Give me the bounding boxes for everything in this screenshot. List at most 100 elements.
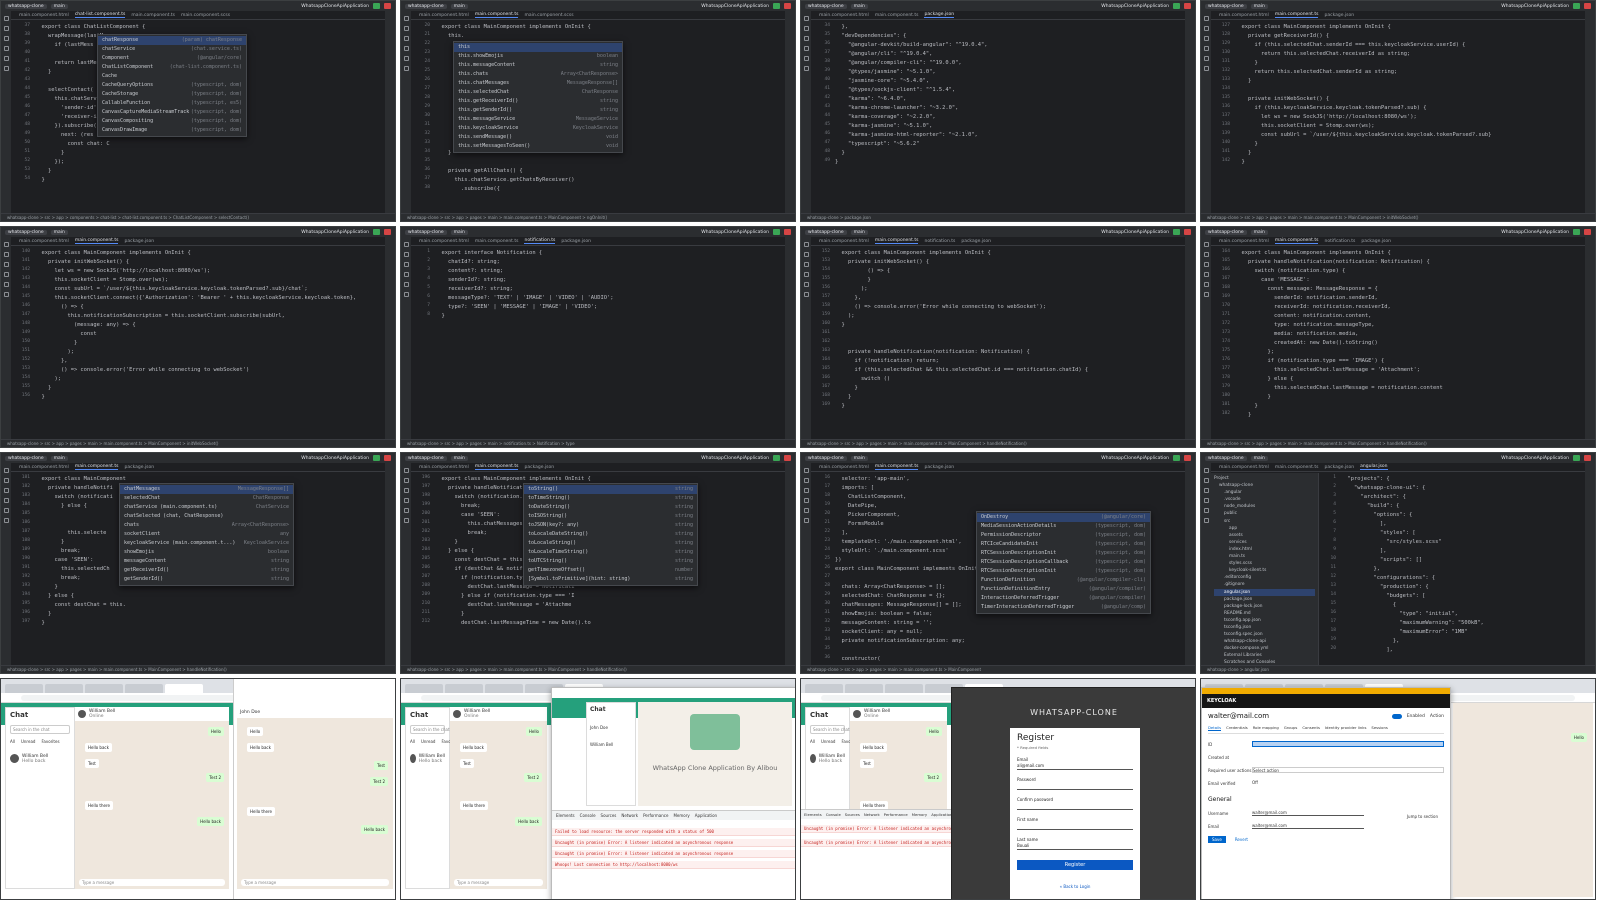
browser-tab[interactable] bbox=[85, 684, 123, 693]
autocomplete-item[interactable]: CacheStorage (typescript, dom) bbox=[98, 90, 246, 99]
devtools-tab[interactable]: Elements bbox=[556, 813, 575, 818]
autocomplete-item[interactable]: this.chatMessages MessageResponse[] bbox=[454, 79, 622, 88]
tool-window-icon[interactable] bbox=[1203, 66, 1209, 71]
run-icon[interactable] bbox=[373, 455, 380, 461]
editor-tab[interactable]: main.component.html bbox=[819, 239, 869, 244]
form-input[interactable] bbox=[1017, 783, 1133, 790]
tree-item[interactable]: docker-compose.yml bbox=[1214, 645, 1315, 652]
autocomplete-item[interactable]: toDateString() string bbox=[524, 503, 697, 512]
tool-window-icon[interactable] bbox=[803, 488, 809, 493]
tree-item[interactable]: README.md bbox=[1214, 610, 1315, 617]
form-input[interactable]: walter@mail.com bbox=[1252, 823, 1364, 829]
editor-tab[interactable]: main.component.ts bbox=[1274, 12, 1319, 18]
stop-icon[interactable] bbox=[784, 3, 791, 9]
autocomplete-item[interactable]: selectedChat ChatResponse bbox=[120, 494, 293, 503]
run-icon[interactable] bbox=[373, 229, 380, 235]
editor-tab[interactable]: main.component.ts bbox=[74, 238, 119, 244]
run-config-selector[interactable]: WhatsappCloneApiApplication bbox=[301, 4, 369, 9]
editor-tab[interactable]: main.component.html bbox=[419, 239, 469, 244]
tool-window-icon[interactable] bbox=[3, 488, 9, 493]
filter-chip[interactable]: All bbox=[410, 739, 415, 744]
tool-window-icon[interactable] bbox=[803, 252, 809, 257]
run-config-selector[interactable]: WhatsappCloneApiApplication bbox=[1101, 4, 1169, 9]
editor-tab[interactable]: main.component.html bbox=[19, 465, 69, 470]
filter-chip[interactable]: All bbox=[10, 739, 15, 744]
editor-tab[interactable]: chat-list.component.ts bbox=[74, 12, 126, 18]
tree-item[interactable]: .gitignore bbox=[1214, 581, 1315, 588]
autocomplete-item[interactable]: keycloakService (main.component.t...) Key… bbox=[120, 539, 293, 548]
tree-item[interactable]: styles.scss bbox=[1214, 560, 1315, 567]
editor-tab[interactable]: package.json bbox=[924, 465, 954, 470]
user-tab[interactable]: Consents bbox=[1302, 725, 1320, 731]
save-button[interactable]: Save bbox=[1208, 836, 1226, 843]
tree-item[interactable]: tsconfig.app.json bbox=[1214, 617, 1315, 624]
autocomplete-item[interactable]: Cache bbox=[98, 72, 246, 81]
user-tab[interactable]: Sessions bbox=[1371, 725, 1387, 731]
tool-window-icon[interactable] bbox=[1203, 468, 1209, 473]
editor-tab[interactable]: main.component.html bbox=[1219, 13, 1269, 18]
chat-search-input[interactable]: Search in the chat bbox=[810, 725, 850, 734]
filter-chip[interactable]: Unread bbox=[821, 739, 835, 744]
filter-chip[interactable]: All bbox=[810, 739, 815, 744]
autocomplete-item[interactable]: CanvasCompositing (typescript, dom) bbox=[98, 117, 246, 126]
autocomplete-item[interactable]: getSenderId() string bbox=[120, 575, 293, 584]
project-selector[interactable]: whatsapp-clone bbox=[1205, 455, 1247, 461]
project-selector[interactable]: whatsapp-clone bbox=[405, 229, 447, 235]
branch-selector[interactable]: main bbox=[50, 3, 68, 9]
tool-window-icon[interactable] bbox=[3, 242, 9, 247]
autocomplete-item[interactable]: InteractionDeferredTrigger (@angular/comp… bbox=[977, 594, 1150, 603]
keycloak-logo[interactable]: KEYCLOAK bbox=[1207, 698, 1236, 704]
devtools-tab[interactable]: Application bbox=[931, 812, 951, 817]
run-config-selector[interactable]: WhatsappCloneApiApplication bbox=[701, 4, 769, 9]
autocomplete-item[interactable]: chatResponse (param) chatResponse bbox=[98, 36, 246, 45]
tool-window-icon[interactable] bbox=[803, 16, 809, 21]
project-selector[interactable]: whatsapp-clone bbox=[405, 3, 447, 9]
code-editor[interactable]: export class MainComponent implements On… bbox=[35, 249, 381, 437]
editor-tab[interactable]: main.component.html bbox=[1219, 239, 1269, 244]
autocomplete-item[interactable]: messageContent string bbox=[120, 557, 293, 566]
run-config-selector[interactable]: WhatsappCloneApiApplication bbox=[301, 456, 369, 461]
tool-window-icon[interactable] bbox=[403, 292, 409, 297]
autocomplete-item[interactable]: chatService (chat.service.ts) bbox=[98, 45, 246, 54]
browser-tab[interactable] bbox=[405, 684, 443, 693]
message-input[interactable]: Type a message bbox=[454, 879, 543, 886]
editor-tab[interactable]: notification.ts bbox=[1324, 239, 1355, 244]
tree-item[interactable]: keycloak-silent.ts bbox=[1214, 567, 1315, 574]
tree-item[interactable]: public bbox=[1214, 510, 1315, 517]
editor-tab[interactable]: angular.json bbox=[1360, 464, 1388, 470]
editor-tab[interactable]: main.component.ts bbox=[875, 13, 919, 18]
tool-window-icon[interactable] bbox=[803, 498, 809, 503]
editor-tab[interactable]: main.component.html bbox=[419, 13, 469, 18]
tool-window-icon[interactable] bbox=[803, 282, 809, 287]
tool-window-icon[interactable] bbox=[403, 252, 409, 257]
tool-window-icon[interactable] bbox=[403, 498, 409, 503]
browser-tab[interactable] bbox=[805, 684, 843, 693]
tool-window-icon[interactable] bbox=[803, 478, 809, 483]
tool-window-icon[interactable] bbox=[803, 468, 809, 473]
autocomplete-item[interactable]: toLocaleDateString() string bbox=[524, 530, 697, 539]
tool-window-icon[interactable] bbox=[1203, 16, 1209, 21]
autocomplete-item[interactable]: chatService (main.component.ts) ChatServi… bbox=[120, 503, 293, 512]
run-icon[interactable] bbox=[773, 3, 780, 9]
form-input[interactable]: Bouali bbox=[1017, 843, 1133, 850]
tool-window-icon[interactable] bbox=[1203, 262, 1209, 267]
devtools-tab[interactable]: Console bbox=[580, 813, 596, 818]
stop-icon[interactable] bbox=[1584, 455, 1591, 461]
devtools-tab[interactable]: Network bbox=[864, 812, 880, 817]
tool-window-icon[interactable] bbox=[3, 508, 9, 513]
tree-item[interactable]: index.html bbox=[1214, 546, 1315, 553]
branch-selector[interactable]: main bbox=[50, 455, 68, 461]
tool-window-icon[interactable] bbox=[403, 262, 409, 267]
form-input[interactable] bbox=[1017, 823, 1133, 830]
autocomplete-item[interactable]: toTimeString() string bbox=[524, 494, 697, 503]
run-icon[interactable] bbox=[1173, 455, 1180, 461]
devtools-tab[interactable]: Performance bbox=[884, 812, 908, 817]
tool-window-icon[interactable] bbox=[3, 66, 9, 71]
chat-list-item[interactable]: William Bell Hello back bbox=[806, 750, 849, 768]
tool-window-icon[interactable] bbox=[403, 46, 409, 51]
tool-window-icon[interactable] bbox=[803, 242, 809, 247]
tree-item[interactable]: assets bbox=[1214, 532, 1315, 539]
autocomplete-item[interactable]: MediaSessionActionDetails (typescript, do… bbox=[977, 522, 1150, 531]
tool-window-icon[interactable] bbox=[403, 66, 409, 71]
autocomplete-item[interactable]: this.getReceiverId() string bbox=[454, 97, 622, 106]
